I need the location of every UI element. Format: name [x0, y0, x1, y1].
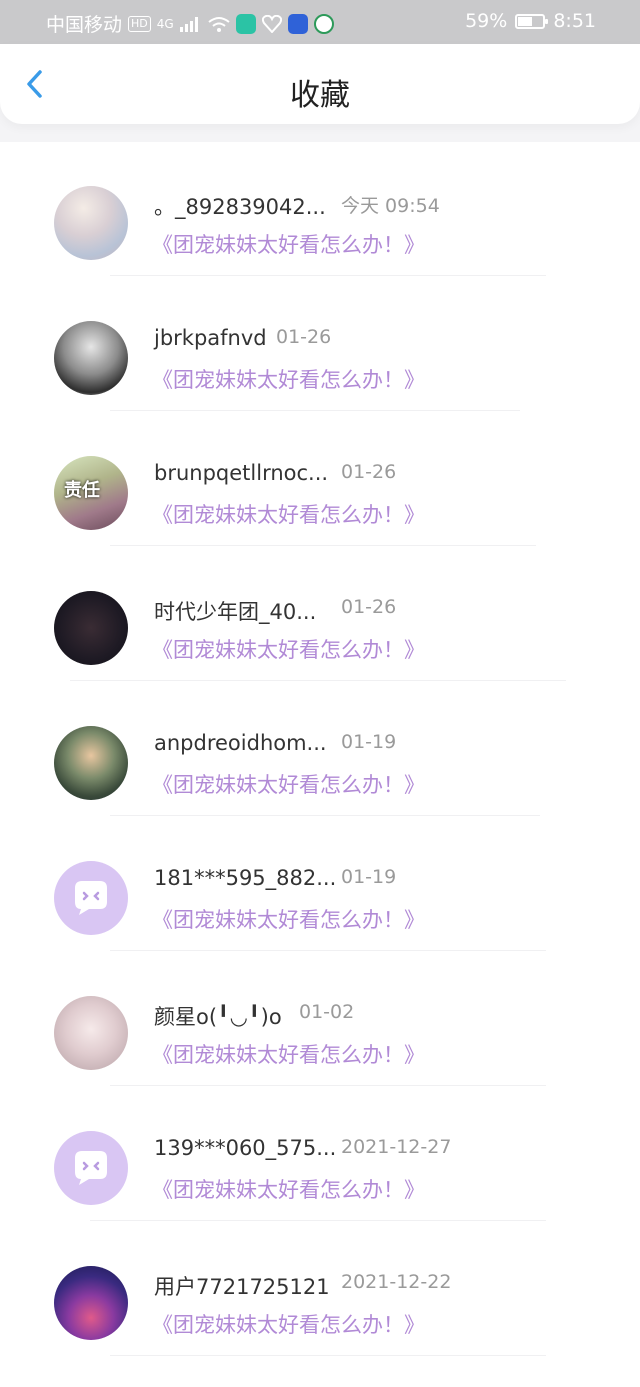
list-item[interactable]: jbrkpafnvd 01-26 《团宠妹妹太好看怎么办！》 [0, 277, 640, 412]
item-name: 时代少年团_40... [154, 600, 317, 624]
item-time: 01-26 [341, 596, 397, 618]
divider [110, 815, 540, 816]
avatar: 责任 [54, 456, 128, 530]
clock: 8:51 [553, 10, 596, 32]
signal-icon [179, 16, 198, 32]
avatar [54, 1266, 128, 1340]
avatar [54, 861, 128, 935]
status-left: 中国移动 HD 4G [46, 10, 334, 37]
divider [110, 275, 546, 276]
list-item[interactable]: 。_892839042... 今天 09:54 《团宠妹妹太好看怎么办！》 [0, 142, 640, 277]
nav-bar: 收藏 [0, 44, 640, 124]
avatar [54, 996, 128, 1070]
item-message: 《团宠妹妹太好看怎么办！》 [152, 233, 425, 257]
item-time: 01-26 [276, 326, 332, 348]
phone-app-icon [235, 13, 256, 34]
page-title: 收藏 [290, 78, 350, 113]
battery-icon [515, 13, 549, 29]
chat-bubble-icon [75, 881, 107, 915]
chat-bubble-icon [75, 1151, 107, 1185]
hd-badge: HD [128, 15, 151, 32]
bulb-app-icon [287, 13, 308, 34]
divider [70, 680, 566, 681]
item-message: 《团宠妹妹太好看怎么办！》 [152, 1178, 425, 1202]
favorites-list: 。_892839042... 今天 09:54 《团宠妹妹太好看怎么办！》 jb… [0, 142, 640, 1387]
item-message: 《团宠妹妹太好看怎么办！》 [152, 1313, 425, 1337]
divider [90, 1220, 546, 1221]
avatar-text: 责任 [64, 480, 100, 501]
list-item[interactable]: 时代少年团_40... 01-26 《团宠妹妹太好看怎么办！》 [0, 547, 640, 682]
avatar [54, 186, 128, 260]
status-right: 59% 8:51 [465, 10, 596, 32]
status-bar: 中国移动 HD 4G 59% 8:51 [0, 0, 640, 44]
avatar [54, 726, 128, 800]
item-name: anpdreoidhom... [154, 731, 327, 755]
item-time: 01-02 [299, 1001, 355, 1023]
item-time: 2021-12-22 [341, 1271, 452, 1293]
item-name: 181***595_882... [154, 866, 337, 890]
divider [110, 1355, 546, 1356]
item-time: 01-26 [341, 461, 397, 483]
item-message: 《团宠妹妹太好看怎么办！》 [152, 503, 425, 527]
divider [110, 410, 520, 411]
item-message: 《团宠妹妹太好看怎么办！》 [152, 1043, 425, 1067]
item-name: 用户7721725121 [154, 1275, 330, 1299]
heart-icon [261, 14, 282, 33]
list-item[interactable]: 颜星o(╹◡╹)o 01-02 《团宠妹妹太好看怎么办！》 [0, 952, 640, 1087]
avatar [54, 591, 128, 665]
item-message: 《团宠妹妹太好看怎么办！》 [152, 773, 425, 797]
item-time: 01-19 [341, 731, 397, 753]
item-name: 139***060_575... [154, 1136, 337, 1160]
item-message: 《团宠妹妹太好看怎么办！》 [152, 908, 425, 932]
item-time: 今天 09:54 [341, 195, 440, 217]
item-name: brunpqetllrnoc... [154, 461, 329, 485]
avatar [54, 1131, 128, 1205]
network-label: 4G [156, 16, 174, 31]
item-message: 《团宠妹妹太好看怎么办！》 [152, 368, 425, 392]
list-item[interactable]: 139***060_575... 2021-12-27 《团宠妹妹太好看怎么办！… [0, 1087, 640, 1222]
avatar [54, 321, 128, 395]
list-item[interactable]: 责任 brunpqetllrnoc... 01-26 《团宠妹妹太好看怎么办！》 [0, 412, 640, 547]
divider [110, 545, 536, 546]
item-time: 01-19 [341, 866, 397, 888]
list-item[interactable]: anpdreoidhom... 01-19 《团宠妹妹太好看怎么办！》 [0, 682, 640, 817]
item-name: 颜星o(╹◡╹)o [154, 1005, 282, 1029]
item-name: 。_892839042... [154, 195, 326, 219]
carrier-label: 中国移动 [46, 14, 123, 36]
item-time: 2021-12-27 [341, 1136, 452, 1158]
divider [110, 950, 546, 951]
divider [110, 1085, 546, 1086]
battery-percent: 59% [465, 10, 508, 32]
wifi-icon [208, 16, 230, 32]
list-item[interactable]: 用户7721725121 2021-12-22 《团宠妹妹太好看怎么办！》 [0, 1222, 640, 1357]
list-item[interactable]: 181***595_882... 01-19 《团宠妹妹太好看怎么办！》 [0, 817, 640, 952]
item-message: 《团宠妹妹太好看怎么办！》 [152, 638, 425, 662]
upload-app-icon [313, 13, 334, 34]
item-name: jbrkpafnvd [154, 326, 267, 350]
